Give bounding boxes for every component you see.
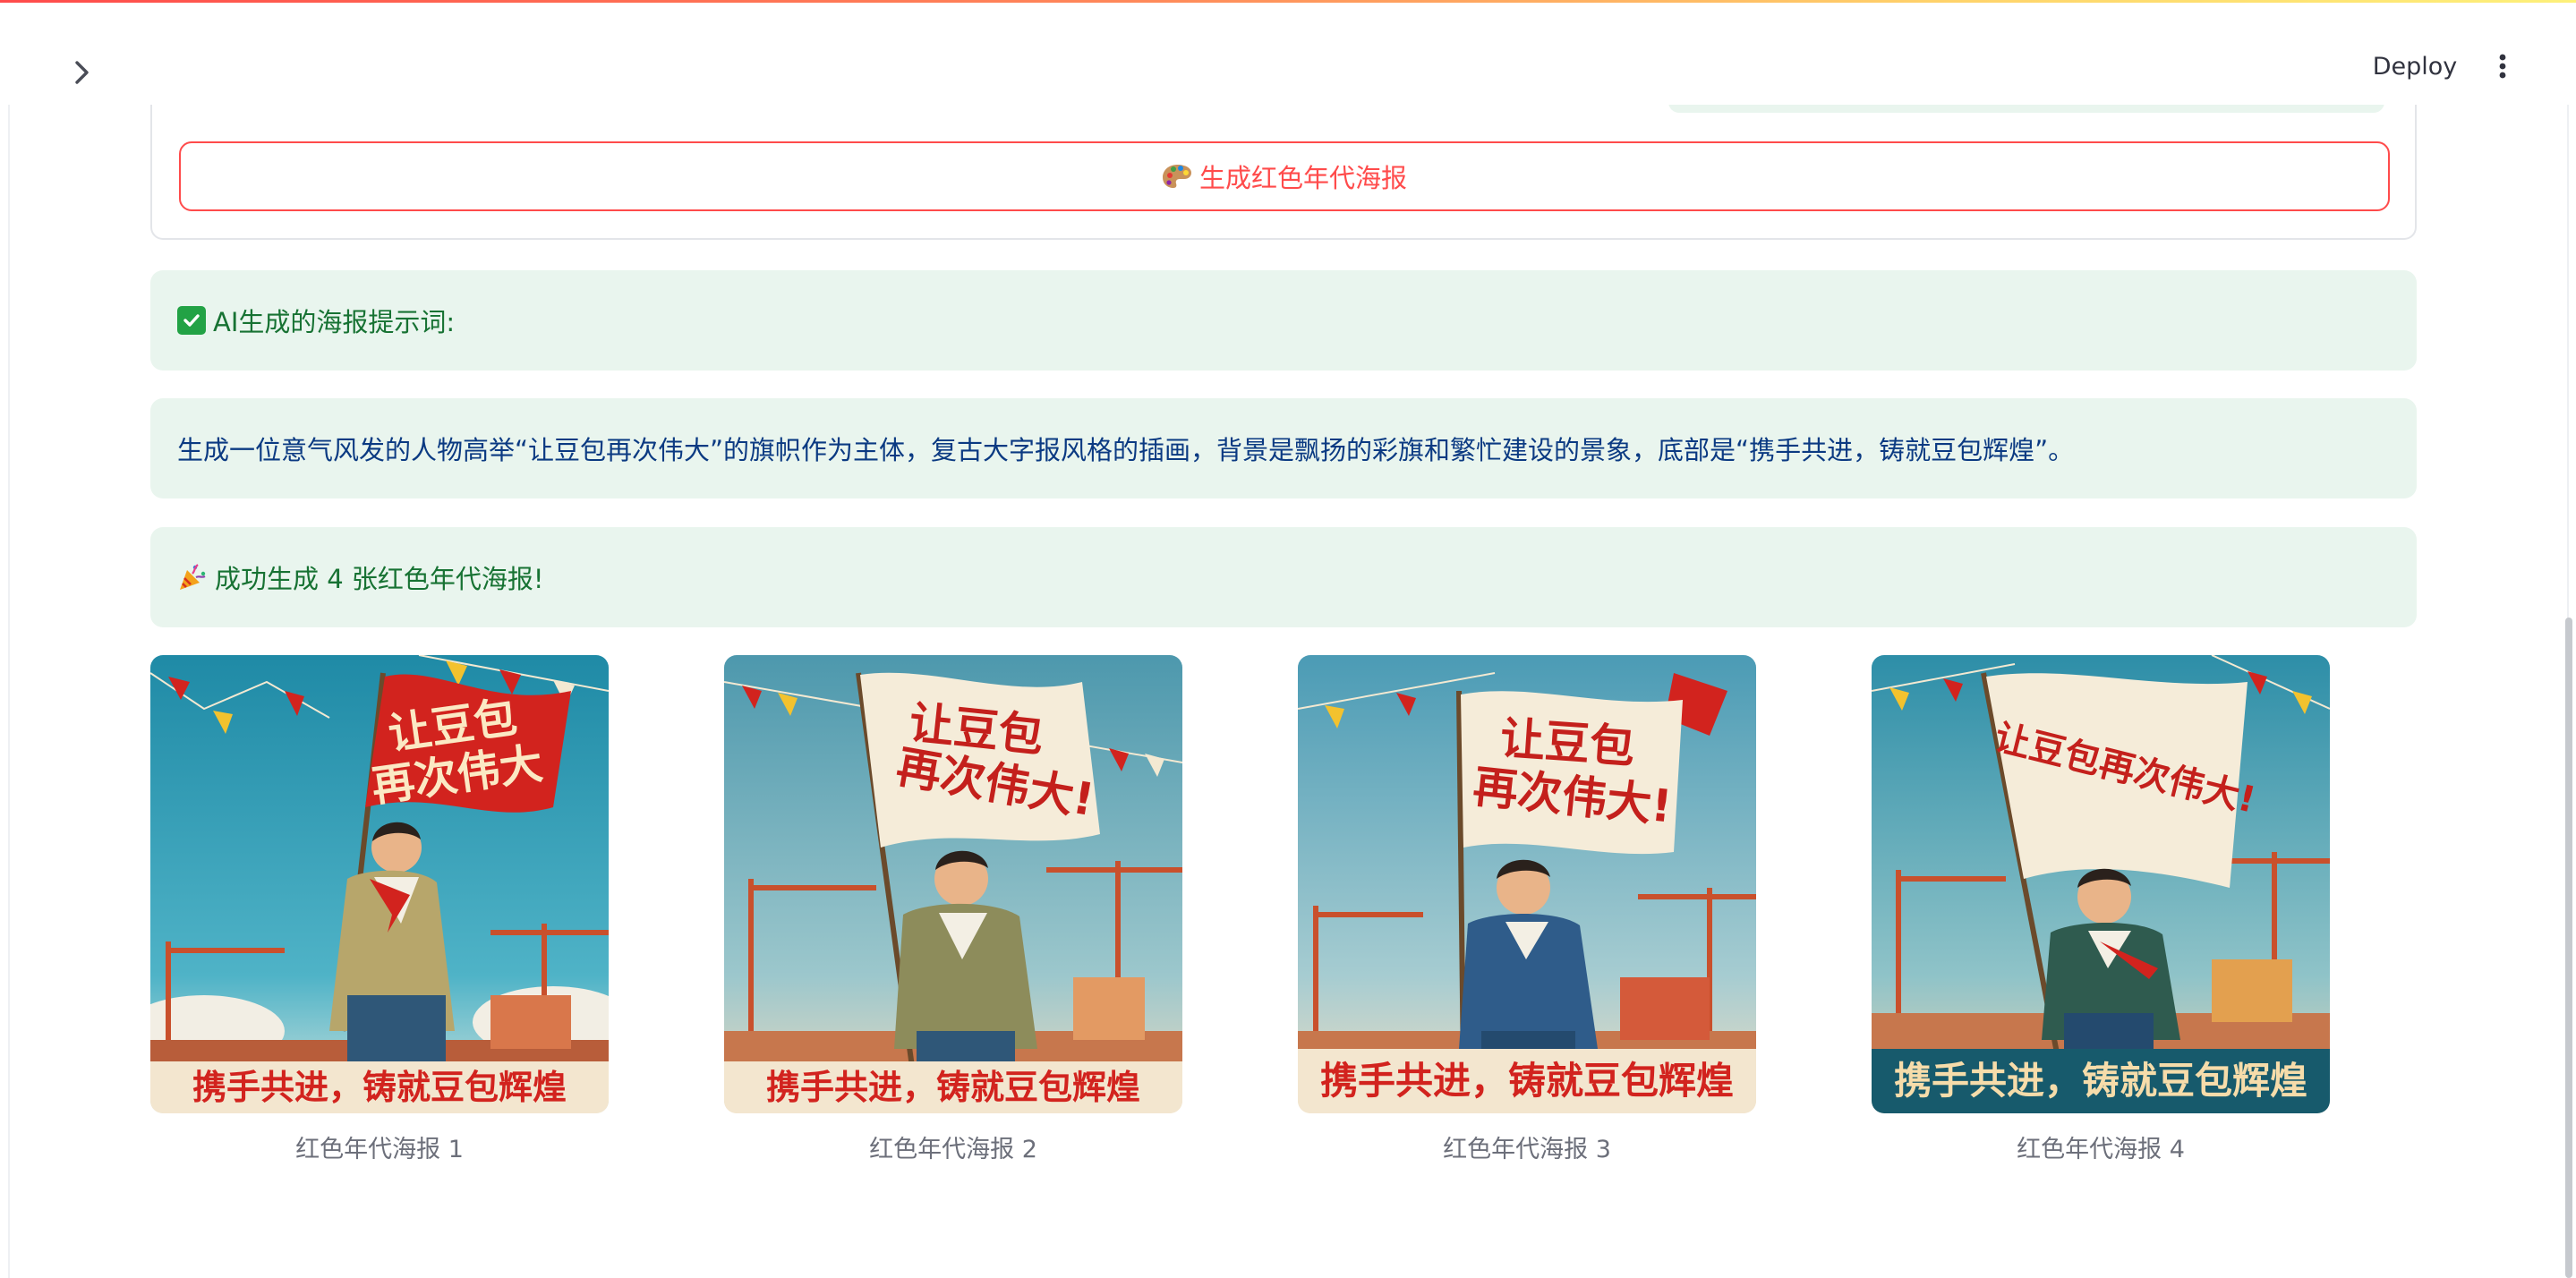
poster-caption-2: 红色年代海报 2 [869, 1136, 1037, 1163]
poster-1-illustration: 让豆包 再次伟大 携手共进，铸就豆包辉煌 [150, 655, 609, 1113]
poster-1-banner-text: 携手共进，铸就豆包辉煌 [192, 1068, 567, 1107]
prompt-title-alert: AI生成的海报提示词: [150, 270, 2417, 371]
chevron-right-icon [75, 61, 89, 84]
sidebar-toggle-button[interactable] [63, 53, 102, 92]
poster-image-1[interactable]: 让豆包 再次伟大 携手共进，铸就豆包辉煌 [150, 655, 609, 1113]
poster-2-banner-text: 携手共进，铸就豆包辉煌 [766, 1068, 1140, 1107]
poster-image-4[interactable]: 让豆包再次伟大! 携手共进，铸就豆包辉煌 [1872, 655, 2330, 1113]
app-header: Deploy [0, 3, 2576, 105]
palette-icon [1162, 165, 1191, 188]
poster-image-3[interactable]: 让豆包 再次伟大! 携手共进，铸就豆包辉煌 [1298, 655, 1756, 1113]
main-menu-button[interactable] [2486, 44, 2519, 89]
generate-poster-label: 生成红色年代海报 [1198, 163, 1407, 193]
generate-poster-button[interactable]: 生成红色年代海报 [179, 141, 2390, 211]
poster-image-2[interactable]: 让豆包 再次伟大! 携手共进，铸就豆包辉煌 [724, 655, 1182, 1113]
prompt-text: 生成一位意气风发的人物高举“让豆包再次伟大”的旗帜作为主体，复古大字报风格的插画… [177, 435, 2075, 465]
poster-4-banner-text: 携手共进，铸就豆包辉煌 [1894, 1059, 2307, 1103]
poster-caption-3: 红色年代海报 3 [1443, 1136, 1611, 1163]
poster-3-banner-text: 携手共进，铸就豆包辉煌 [1320, 1059, 1734, 1103]
vertical-ellipsis-icon [2499, 54, 2506, 79]
poster-4-illustration: 让豆包再次伟大! 携手共进，铸就豆包辉煌 [1872, 655, 2330, 1113]
left-frame-border [8, 3, 10, 1278]
deploy-button[interactable]: Deploy [2361, 44, 2469, 89]
party-popper-icon [177, 562, 208, 592]
page-scrollbar[interactable] [2565, 618, 2572, 1278]
poster-2-illustration: 让豆包 再次伟大! 携手共进，铸就豆包辉煌 [724, 655, 1182, 1113]
prompt-text-alert: 生成一位意气风发的人物高举“让豆包再次伟大”的旗帜作为主体，复古大字报风格的插画… [150, 398, 2417, 498]
success-text: 成功生成 4 张红色年代海报! [215, 564, 544, 594]
success-alert: 成功生成 4 张红色年代海报! [150, 527, 2417, 627]
poster-caption-4: 红色年代海报 4 [2017, 1136, 2185, 1163]
poster-caption-1: 红色年代海报 1 [295, 1136, 464, 1163]
prompt-title-text: AI生成的海报提示词: [213, 307, 456, 337]
check-mark-icon [177, 306, 206, 335]
poster-3-illustration: 让豆包 再次伟大! 携手共进，铸就豆包辉煌 [1298, 655, 1756, 1113]
